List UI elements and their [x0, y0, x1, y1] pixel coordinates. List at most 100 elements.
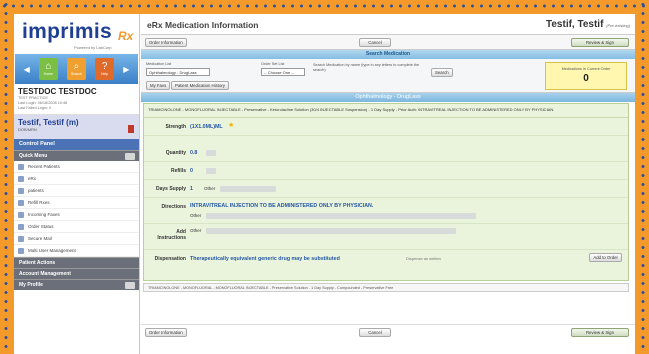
add-to-order-button[interactable]: Add to Order [589, 253, 622, 262]
directions-row: Directions INTRAVITREAL INJECTION TO BE … [144, 198, 628, 224]
directions-value[interactable]: INTRAVITREAL INJECTION TO BE ADMINISTERE… [190, 203, 373, 209]
medication-list-label: Medication List [146, 62, 172, 66]
current-order-count: 0 [583, 73, 589, 84]
control-panel-link[interactable]: Control Panel [14, 139, 139, 150]
mail-icon [18, 236, 24, 242]
header-user-name: Testif, Testif [546, 19, 604, 30]
page-header: eRx Medication Information Testif, Testi… [141, 14, 635, 34]
header-user: Testif, Testif (Pre-existing) [546, 19, 630, 30]
strength-row: Strength (1X1.0ML)ML ★ [144, 118, 628, 136]
quantity-unit[interactable] [206, 150, 216, 156]
menu-item-recent-patients[interactable]: Recent Patients [14, 161, 139, 173]
expand-icon[interactable] [125, 282, 135, 289]
my-profile-label: My Profile [19, 282, 43, 288]
forward-arrow-icon[interactable]: ▶ [123, 65, 129, 74]
my-profile-header[interactable]: My Profile [14, 279, 139, 290]
days-other-input[interactable] [220, 186, 276, 192]
close-patient-icon[interactable] [128, 125, 134, 133]
logo-text: imprimis [22, 20, 112, 43]
nav-help-button[interactable]: ? Help [95, 58, 115, 80]
quick-menu-header[interactable]: Quick Menu [14, 150, 139, 161]
search-medication-bar: Search Medication [141, 50, 635, 59]
order-set-select[interactable]: -- Choose One -- [261, 68, 305, 76]
directions-other-label: Other [190, 213, 202, 218]
days-supply-label: Days Supply [155, 186, 186, 192]
medication-list-select[interactable]: Ophthalmology - DrugLass [146, 68, 210, 76]
menu-item-incoming-faxes[interactable]: Incoming Faxes [14, 209, 139, 221]
menu-item-erx[interactable]: eRx [14, 173, 139, 185]
patient-info: DOB/MRN [18, 127, 37, 132]
patient-actions-header[interactable]: Patient Actions [14, 257, 139, 268]
border-dots-left [3, 0, 9, 354]
menu-item-secure-mail[interactable]: Secure Mail [14, 233, 139, 245]
refills-row: Refills 0 [144, 162, 628, 180]
footer-cancel-button[interactable]: Cancel [359, 328, 391, 337]
account-management-header[interactable]: Account Management [14, 268, 139, 279]
erx-icon [18, 176, 24, 182]
help-icon: ? [101, 61, 108, 72]
app-window: imprimis Rx Powered by LabCorp ◀ ⌂ Home ⌕… [14, 14, 635, 354]
order-status-icon [18, 224, 24, 230]
menu-item-label: Recent Patients [28, 164, 60, 169]
menu-item-patients[interactable]: patients [14, 185, 139, 197]
nav-search-label: Search [70, 72, 83, 76]
days-supply-input[interactable]: 1 [190, 186, 193, 192]
home-icon: ⌂ [45, 61, 52, 72]
logo: imprimis Rx Powered by LabCorp [14, 14, 139, 54]
search-icon: ⌕ [73, 61, 80, 72]
menu-item-label: Secure Mail [28, 236, 52, 241]
refill-icon [18, 200, 24, 206]
current-patient[interactable]: Testif, Testif (m) DOB/MRN [14, 115, 139, 139]
add-instructions-row: Add Instructions Other [144, 224, 628, 250]
search-panel: Medication List Ophthalmology - DrugLass… [141, 59, 635, 93]
logo-rx: Rx [118, 29, 134, 43]
quantity-label: Quantity [165, 150, 186, 156]
add-instructions-label: Add Instructions [157, 229, 186, 241]
instructions-input[interactable] [206, 228, 456, 234]
nav-home-button[interactable]: ⌂ Home [38, 58, 58, 80]
users-icon [18, 248, 24, 254]
nav-home-label: Home [43, 72, 54, 76]
menu-item-label: eRx [28, 176, 37, 181]
collapse-icon[interactable] [125, 153, 135, 160]
quantity-input[interactable]: 0.8 [190, 150, 197, 156]
review-sign-button[interactable]: Review & Sign [571, 38, 629, 47]
category-header: Ophthalmology - DrugLass [141, 93, 635, 102]
refills-unit[interactable] [206, 168, 216, 174]
back-arrow-icon[interactable]: ◀ [24, 65, 30, 74]
menu-item-multi-user[interactable]: Multi User Management [14, 245, 139, 257]
search-button[interactable]: Search [431, 68, 453, 77]
nav-search-button[interactable]: ⌕ Search [66, 58, 86, 80]
nav-help-label: Help [100, 72, 109, 76]
dispense-as-written[interactable]: Dispense as written [406, 256, 441, 261]
footer-review-sign-button[interactable]: Review & Sign [571, 328, 629, 337]
main-content: eRx Medication Information Testif, Testi… [141, 14, 635, 354]
menu-item-refill[interactable]: Refill Rxes [14, 197, 139, 209]
refills-input[interactable]: 0 [190, 168, 193, 174]
medication-title: TRIAMCINOLONE - MONOFLUORAL INJECTABLE -… [144, 104, 628, 118]
menu-item-label: Incoming Faxes [28, 212, 60, 217]
star-icon[interactable]: ★ [228, 121, 234, 129]
menu-item-label: Order Status [28, 224, 54, 229]
footer-order-information-button[interactable]: Order Information [145, 328, 187, 337]
cancel-button[interactable]: Cancel [359, 38, 391, 47]
menu-item-label: patients [28, 188, 44, 193]
menu-item-order-status[interactable]: Order Status [14, 221, 139, 233]
current-order-box: Medications in Current Order 0 [545, 62, 627, 90]
sidebar: imprimis Rx Powered by LabCorp ◀ ⌂ Home ⌕… [14, 14, 140, 354]
directions-other-input[interactable] [206, 213, 476, 219]
patient-history-button[interactable]: Patient Medication History [171, 81, 229, 90]
dispensation-value[interactable]: Therapeutically equivalent generic drug … [190, 256, 340, 262]
my-favs-button[interactable]: My Favs [146, 81, 171, 90]
top-toolbar: Order Information Cancel Review & Sign [141, 34, 635, 50]
last-failed-login: Last Failed Login: 0 [18, 106, 52, 110]
border-dots-right [640, 0, 646, 354]
refills-label: Refills [170, 168, 186, 174]
order-information-button[interactable]: Order Information [145, 38, 187, 47]
user-info: TESTDOC TESTDOC TEST PRACTICE Last Login… [14, 84, 139, 115]
strength-label: Strength [165, 124, 186, 130]
patient-name: Testif, Testif (m) [18, 118, 79, 127]
next-medication-item[interactable]: TRIAMCINOLONE - MONOFLUORAL - MONOFLUORA… [143, 283, 629, 292]
medication-panel: TRIAMCINOLONE - MONOFLUORAL INJECTABLE -… [143, 103, 629, 281]
days-supply-row: Days Supply 1 Other [144, 180, 628, 198]
